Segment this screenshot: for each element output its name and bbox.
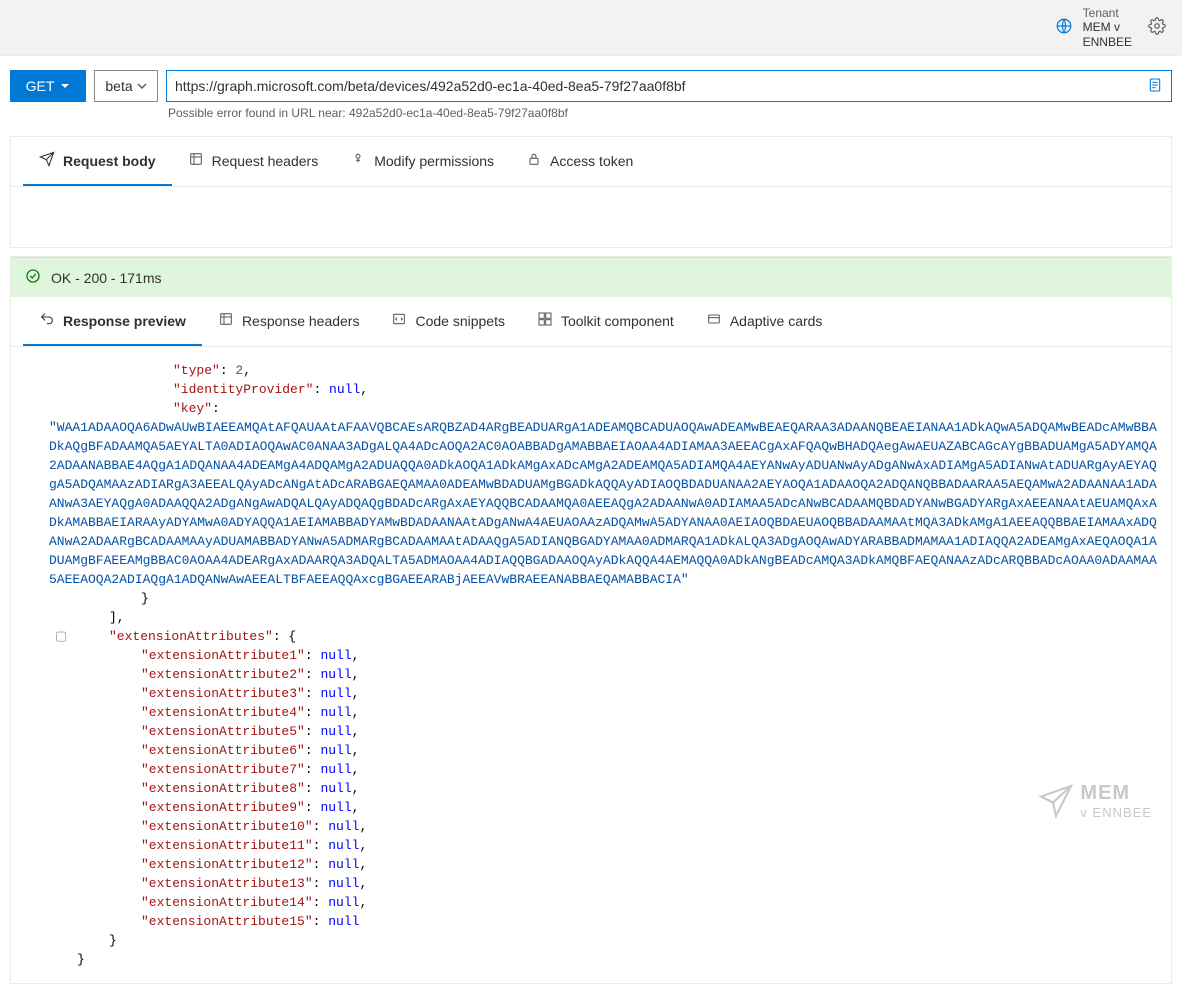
headers-icon [218, 311, 234, 330]
tab-request-headers[interactable]: Request headers [172, 137, 335, 186]
tab-code-snippets[interactable]: Code snippets [375, 297, 521, 346]
tab-label: Access token [550, 153, 633, 169]
response-preview-pane[interactable]: "type": 2,"identityProvider": null,"key"… [11, 347, 1171, 983]
api-version-select[interactable]: beta [94, 70, 158, 102]
tab-label: Toolkit component [561, 313, 674, 329]
tenant-selector[interactable]: Tenant MEM v ENNBEE [1055, 6, 1132, 49]
http-method-label: GET [26, 78, 55, 94]
top-header: Tenant MEM v ENNBEE [0, 0, 1182, 56]
tab-adaptive-cards[interactable]: Adaptive cards [690, 297, 839, 346]
json-viewer: "type": 2,"identityProvider": null,"key"… [11, 357, 1171, 973]
settings-icon[interactable] [1148, 17, 1166, 38]
tab-modify-permissions[interactable]: Modify permissions [334, 137, 510, 186]
lock-icon [526, 151, 542, 170]
api-version-label: beta [105, 78, 132, 94]
check-circle-icon [25, 268, 41, 287]
tab-request-body[interactable]: Request body [23, 137, 172, 186]
tenant-name-1: MEM v [1083, 20, 1132, 34]
tab-toolkit-component[interactable]: Toolkit component [521, 297, 690, 346]
tab-label: Response preview [63, 313, 186, 329]
tab-label: Request body [63, 153, 156, 169]
tab-access-token[interactable]: Access token [510, 137, 649, 186]
send-icon [39, 151, 55, 170]
headers-icon [188, 151, 204, 170]
tab-response-preview[interactable]: Response preview [23, 297, 202, 346]
chevron-down-icon [60, 81, 70, 91]
chevron-down-icon [137, 81, 147, 91]
permissions-icon [350, 151, 366, 170]
tab-label: Response headers [242, 313, 360, 329]
tenant-label: Tenant [1083, 6, 1132, 20]
tab-label: Adaptive cards [730, 313, 823, 329]
globe-icon [1055, 17, 1073, 38]
tab-label: Code snippets [415, 313, 505, 329]
request-body-editor[interactable] [11, 187, 1171, 247]
http-method-select[interactable]: GET [10, 70, 86, 102]
cards-icon [706, 311, 722, 330]
response-tabs: Response preview Response headers Code s… [11, 297, 1171, 347]
tab-label: Request headers [212, 153, 319, 169]
tab-response-headers[interactable]: Response headers [202, 297, 376, 346]
toolkit-icon [537, 311, 553, 330]
url-input[interactable] [175, 78, 1141, 94]
url-error-hint: Possible error found in URL near: 492a52… [0, 104, 1182, 128]
url-input-container [166, 70, 1172, 102]
request-bar: GET beta [0, 56, 1182, 104]
request-section: Request body Request headers Modify perm… [10, 136, 1172, 248]
code-icon [391, 311, 407, 330]
status-bar: OK - 200 - 171ms [11, 257, 1171, 297]
request-tabs: Request body Request headers Modify perm… [11, 137, 1171, 187]
document-icon[interactable] [1147, 77, 1163, 96]
status-text: OK - 200 - 171ms [51, 270, 162, 286]
response-section: OK - 200 - 171ms Response preview Respon… [10, 256, 1172, 984]
tab-label: Modify permissions [374, 153, 494, 169]
tenant-name-2: ENNBEE [1083, 35, 1132, 49]
undo-icon [39, 311, 55, 330]
